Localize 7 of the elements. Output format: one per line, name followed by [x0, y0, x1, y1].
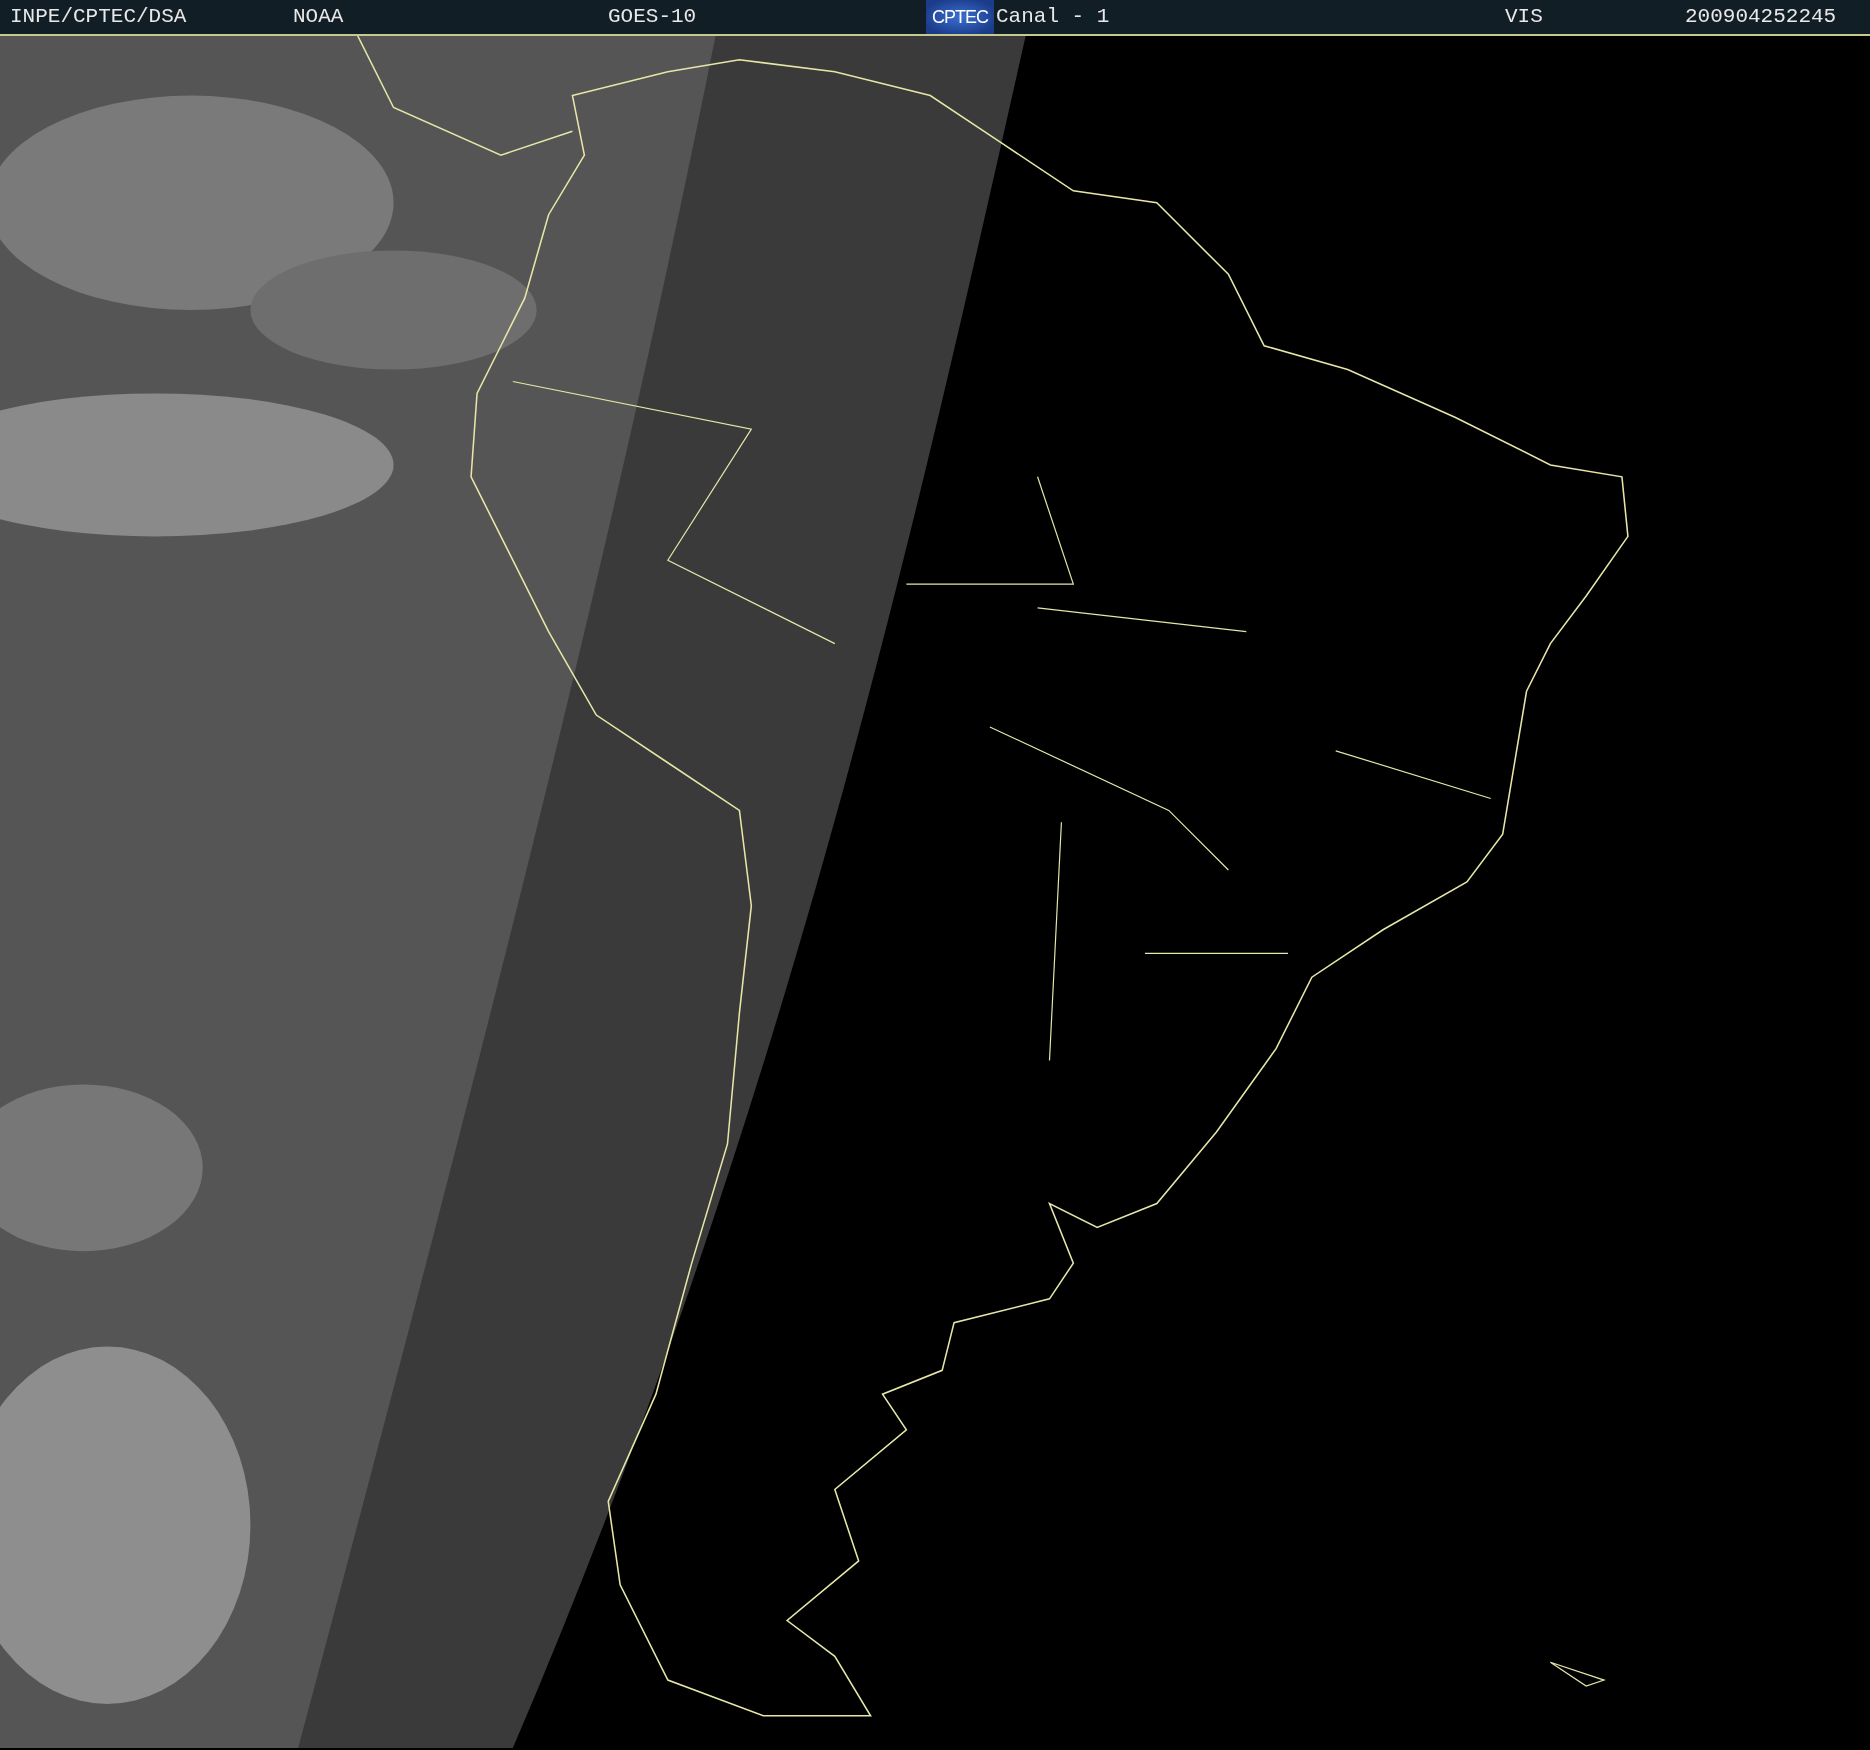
logo: CPTEC [926, 0, 994, 34]
header-label: GOES-10 [608, 4, 698, 31]
header-label: VIS [1505, 4, 1544, 31]
header-label: INPE/CPTEC/DSA [10, 4, 188, 31]
header-label: NOAA [293, 4, 345, 31]
header-label: 200904252245 [1685, 4, 1838, 31]
header-label: Canal - 1 [996, 4, 1111, 31]
